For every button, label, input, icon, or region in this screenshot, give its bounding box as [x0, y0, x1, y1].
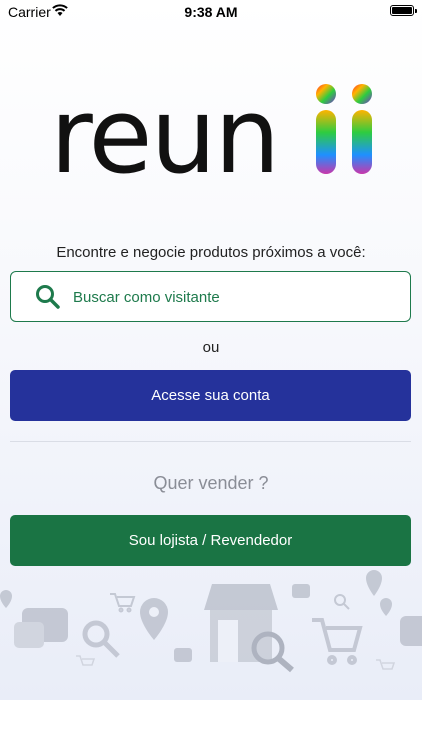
location-pin-icon: [0, 590, 12, 608]
location-pin-icon: [380, 598, 392, 616]
sell-question: Quer vender ?: [153, 473, 269, 493]
cart-icon: [110, 593, 136, 613]
chat-icon: [174, 648, 192, 662]
visitor-search-label: Buscar como visitante: [73, 289, 220, 306]
shopping-cart-icon: [312, 618, 363, 665]
chat-icon: [14, 608, 68, 648]
svg-text:reun: reun: [50, 82, 278, 192]
store-search-icon: [204, 584, 294, 673]
search-icon: [334, 594, 350, 610]
seller-button[interactable]: Sou lojista / Revendedor: [10, 515, 411, 566]
tagline: Encontre e negocie produtos próximos a v…: [56, 244, 366, 261]
search-icon: [82, 620, 120, 658]
clock: 9:38 AM: [184, 4, 238, 20]
footer-illustration: [0, 570, 422, 673]
divider: [10, 441, 411, 442]
app-screen: Carrier 9:38 AM reun Encontre e negocie …: [0, 0, 422, 700]
reunii-logo: reun: [50, 82, 372, 192]
battery-icon: [390, 5, 417, 16]
chat-icon: [400, 616, 422, 646]
location-pin-icon: [366, 570, 382, 596]
or-separator: ou: [202, 339, 220, 356]
chat-icon: [292, 584, 310, 598]
location-pin-icon: [140, 598, 168, 640]
status-bar: Carrier 9:38 AM: [0, 0, 422, 24]
login-button[interactable]: Acesse sua conta: [10, 370, 411, 421]
visitor-search-button[interactable]: Buscar como visitante: [10, 271, 411, 322]
search-icon: [36, 285, 60, 309]
